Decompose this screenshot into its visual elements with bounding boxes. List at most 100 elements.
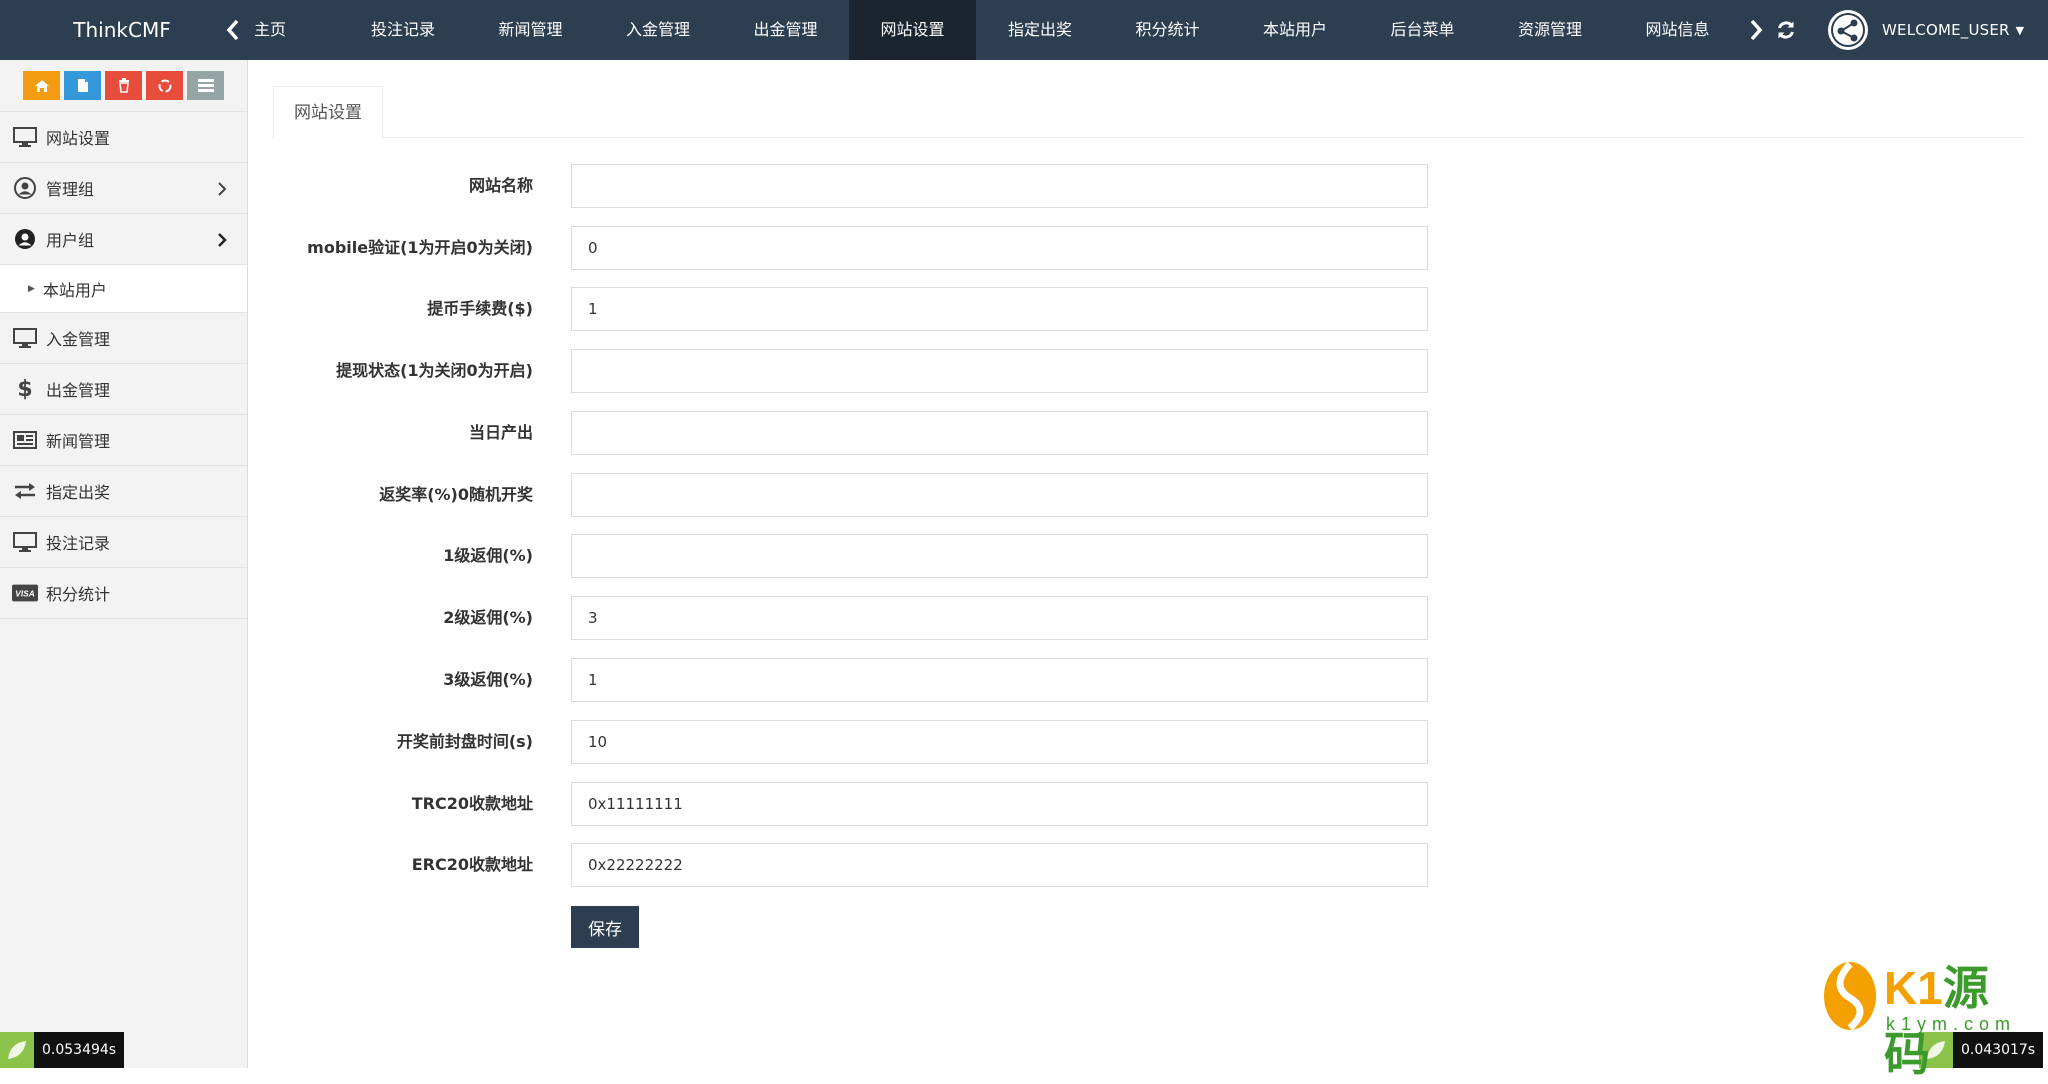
field-label: 开奖前封盘时间(s) <box>396 732 533 751</box>
erc20-address-input[interactable] <box>571 843 1428 887</box>
form-row-payout-rate: 返奖率(%)0随机开奖 <box>249 473 1749 517</box>
form-row-rebate-level-2: 2级返佣(%) <box>249 596 1749 640</box>
nav-item-deposit[interactable]: 入金管理 <box>594 0 722 60</box>
nav-item-resources[interactable]: 资源管理 <box>1486 0 1614 60</box>
form-row-rebate-level-1: 1级返佣(%) <box>249 534 1749 578</box>
watermark-subtext: k1ym.com <box>1886 1014 2017 1034</box>
timer-value: 0.053494s <box>34 1032 125 1068</box>
brand-logo[interactable]: ThinkCMF <box>0 0 244 60</box>
nav-item-home[interactable]: 主页 <box>244 0 339 60</box>
form-row-mobile-verify: mobile验证(1为开启0为关闭) <box>249 226 1749 270</box>
sidebar-item-site-settings[interactable]: 网站设置 <box>0 112 247 163</box>
dollar-icon: $ <box>17 376 33 402</box>
sidebar-item-points[interactable]: VISA 积分统计 <box>0 568 247 619</box>
nav-scroll-right-icon[interactable] <box>1744 0 1768 60</box>
field-label: 2级返佣(%) <box>443 608 533 627</box>
avatar <box>1828 10 1868 50</box>
caret-right-icon: ▶ <box>28 283 35 294</box>
rebate-level-1-input[interactable] <box>571 534 1428 578</box>
payout-rate-input[interactable] <box>571 473 1428 517</box>
refresh-icon[interactable] <box>1770 0 1802 60</box>
close-time-input[interactable] <box>571 720 1428 764</box>
form-row-erc20-address: ERC20收款地址 <box>249 843 1749 887</box>
trash-shortcut-button[interactable] <box>105 71 142 100</box>
form-row-rebate-level-3: 3级返佣(%) <box>249 658 1749 702</box>
withdraw-status-input[interactable] <box>571 349 1428 393</box>
sidebar-item-withdraw[interactable]: $ 出金管理 <box>0 364 247 415</box>
nav-item-points[interactable]: 积分统计 <box>1104 0 1231 60</box>
chevron-right-icon <box>217 214 227 265</box>
nav-item-admin-menu[interactable]: 后台菜单 <box>1359 0 1486 60</box>
form-row-close-time: 开奖前封盘时间(s) <box>249 720 1749 764</box>
field-label: 网站名称 <box>468 176 533 195</box>
rebate-level-2-input[interactable] <box>571 596 1428 640</box>
watermark-logo-icon <box>1824 961 1876 1031</box>
field-label: ERC20收款地址 <box>411 855 533 874</box>
field-label: 返奖率(%)0随机开奖 <box>379 485 533 504</box>
share-network-icon <box>1831 13 1865 47</box>
file-shortcut-button[interactable] <box>64 71 101 100</box>
nav-item-site-info[interactable]: 网站信息 <box>1614 0 1741 60</box>
monitor-icon <box>12 529 38 555</box>
site-name-input[interactable] <box>571 164 1428 208</box>
sidebar-item-admin-group[interactable]: 管理组 <box>0 163 247 214</box>
form-row-withdraw-fee: 提币手续费($) <box>249 287 1749 331</box>
sidebar-item-label: 网站设置 <box>46 129 111 148</box>
svg-text:VISA: VISA <box>15 589 34 599</box>
tab-site-settings[interactable]: 网站设置 <box>273 86 383 139</box>
user-circle-dark-icon <box>12 226 38 252</box>
chevron-right-icon <box>217 163 227 214</box>
rebate-level-3-input[interactable] <box>571 658 1428 702</box>
user-menu[interactable]: WELCOME_USER ▼ <box>1828 0 2024 60</box>
sidebar-item-label: 投注记录 <box>46 534 111 553</box>
sidebar-item-user-group[interactable]: 用户组 <box>0 214 247 265</box>
sidebar-item-deposit[interactable]: 入金管理 <box>0 313 247 364</box>
main-content: 网站设置 网站名称 mobile验证(1为开启0为关闭) 提币手续费($) 提现… <box>249 60 2048 1068</box>
nav-item-bet-records[interactable]: 投注记录 <box>339 0 467 60</box>
form-row-site-name: 网站名称 <box>249 164 1749 208</box>
newspaper-icon <box>12 427 38 453</box>
sidebar-item-label: 积分统计 <box>46 585 111 604</box>
sidebar-item-bet-records[interactable]: 投注记录 <box>0 517 247 568</box>
shortcut-toolbar <box>0 60 247 112</box>
form-row-withdraw-status: 提现状态(1为关闭0为开启) <box>249 349 1749 393</box>
trc20-address-input[interactable] <box>571 782 1428 826</box>
form-row-daily-output: 当日产出 <box>249 411 1749 455</box>
daily-output-input[interactable] <box>571 411 1428 455</box>
field-label: 3级返佣(%) <box>443 670 533 689</box>
top-nav: 主页 投注记录 新闻管理 入金管理 出金管理 网站设置 指定出奖 积分统计 本站… <box>244 0 1741 60</box>
sidebar-item-label: 指定出奖 <box>46 483 111 502</box>
field-label: 提币手续费($) <box>427 299 533 318</box>
list-shortcut-button[interactable] <box>187 71 224 100</box>
sidebar: 网站设置 管理组 用户组 ▶ 本站用户 入金管理 $ 出金管理 新闻管理 指定出… <box>0 60 248 1068</box>
sidebar-subitem-site-users[interactable]: ▶ 本站用户 <box>0 265 247 313</box>
sidebar-item-news[interactable]: 新闻管理 <box>0 415 247 466</box>
nav-item-site-users[interactable]: 本站用户 <box>1231 0 1359 60</box>
username: WELCOME_USER <box>1882 21 2010 39</box>
nav-item-withdraw[interactable]: 出金管理 <box>722 0 849 60</box>
visa-icon: VISA <box>12 580 38 606</box>
field-label: 1级返佣(%) <box>443 546 533 565</box>
home-shortcut-button[interactable] <box>23 71 60 100</box>
nav-item-news[interactable]: 新闻管理 <box>467 0 594 60</box>
mobile-verify-input[interactable] <box>571 226 1428 270</box>
sidebar-item-label: 用户组 <box>46 231 95 250</box>
nav-item-site-settings[interactable]: 网站设置 <box>849 0 976 60</box>
debug-timer-left[interactable]: 0.053494s <box>0 1032 125 1068</box>
field-label: TRC20收款地址 <box>411 794 533 813</box>
save-button[interactable]: 保存 <box>571 906 639 948</box>
caret-down-icon: ▼ <box>2015 23 2025 37</box>
recycle-shortcut-button[interactable] <box>146 71 183 100</box>
sidebar-subitem-label: 本站用户 <box>42 280 107 300</box>
field-label: 提现状态(1为关闭0为开启) <box>336 361 533 380</box>
sidebar-item-assign-prize[interactable]: 指定出奖 <box>0 466 247 517</box>
monitor-icon <box>12 124 38 150</box>
home-icon <box>34 79 49 92</box>
tab-bar: 网站设置 <box>273 86 2025 139</box>
file-icon <box>77 79 88 92</box>
nav-item-assign-prize[interactable]: 指定出奖 <box>976 0 1104 60</box>
recycle-icon <box>158 79 171 92</box>
top-navbar: ThinkCMF 主页 投注记录 新闻管理 入金管理 出金管理 网站设置 指定出… <box>0 0 2048 60</box>
sidebar-item-label: 入金管理 <box>46 330 111 349</box>
withdraw-fee-input[interactable] <box>571 287 1428 331</box>
